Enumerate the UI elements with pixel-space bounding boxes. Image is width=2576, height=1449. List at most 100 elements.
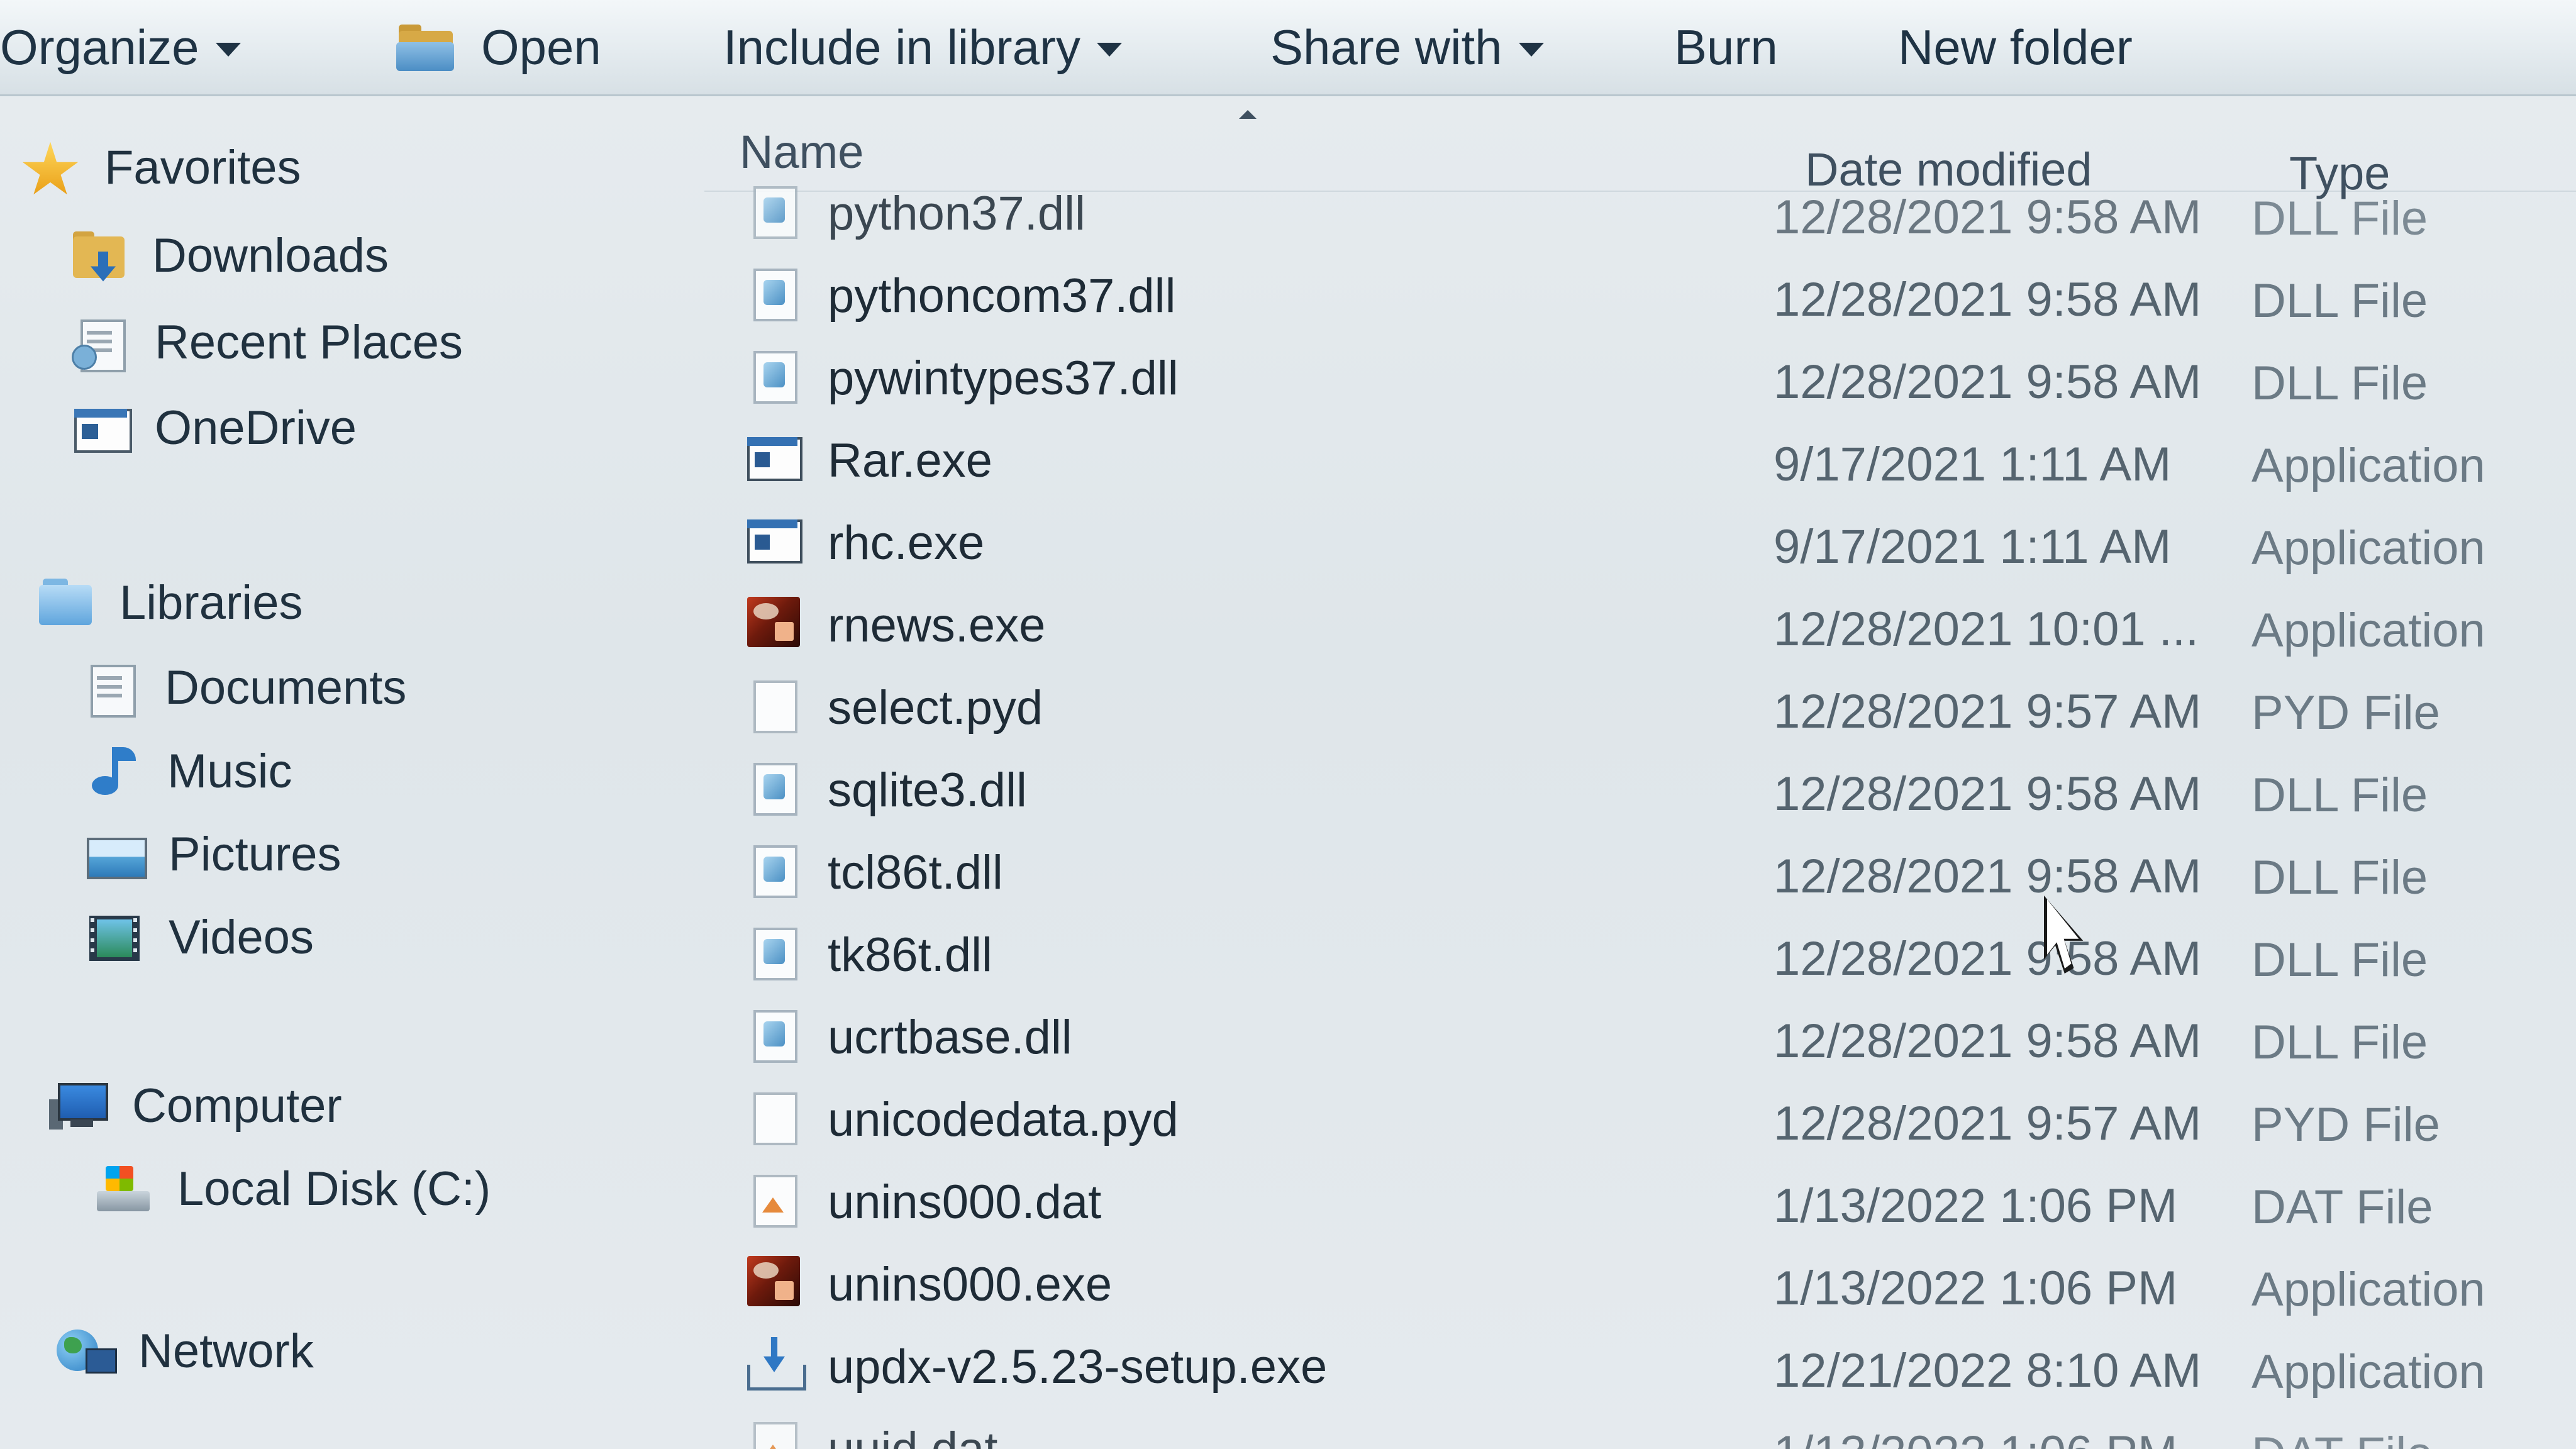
file-name: unins000.dat [828,1175,1102,1229]
file-name: pywintypes37.dll [828,352,1179,405]
libraries-icon [36,577,94,629]
file-type: DLL File [2251,357,2428,410]
file-row[interactable]: pythoncom37.dll 12/28/2021 9:58 AM DLL Fil… [704,251,2576,334]
file-row[interactable]: tcl86t.dll 12/28/2021 9:58 AM DLL File [704,828,2576,911]
nav-downloads[interactable]: Downloads [69,228,389,283]
file-row[interactable]: select.pyd 12/28/2021 9:57 AM PYD File [704,663,2576,746]
computer-icon [49,1080,108,1132]
file-row[interactable]: uuid.dat 1/13/2022 1:06 PM DAT File [704,1404,2576,1449]
file-row[interactable]: rnews.exe 12/28/2021 10:01 ... Application [704,580,2576,663]
dll-file-icon [747,184,800,239]
file-row[interactable]: pywintypes37.dll 12/28/2021 9:58 AM DLL Fi… [704,333,2576,416]
setup-app-icon [747,1255,800,1307]
onedrive-icon [72,402,132,454]
share-with-label: Share with [1270,19,1502,75]
nav-videos[interactable]: Videos [86,910,314,965]
file-name: pythoncom37.dll [828,269,1176,323]
share-with-dropdown-icon [1518,43,1544,57]
nav-downloads-label: Downloads [152,229,389,282]
recent-places-icon [72,317,130,372]
file-name: rhc.exe [828,516,985,570]
file-type: DLL File [2251,274,2428,328]
command-bar: Organize Open Include in library Share w… [0,0,2576,96]
setup-app-icon [747,596,800,648]
documents-icon [82,662,140,718]
file-date-modified: 12/28/2021 9:57 AM [1774,1097,2202,1150]
file-date-modified: 12/28/2021 9:58 AM [1774,355,2202,409]
dll-file-icon [747,760,800,816]
share-with-button[interactable]: Share with [1270,0,1544,94]
local-disk-icon [94,1163,152,1215]
new-folder-label: New folder [1898,19,2133,75]
application-icon [747,513,802,566]
file-date-modified: 12/28/2021 9:58 AM [1774,767,2202,821]
nav-pictures[interactable]: Pictures [86,827,341,882]
nav-libraries[interactable]: Libraries [36,575,303,630]
file-row[interactable]: python37.dll 12/28/2021 9:58 AM DLL File [704,169,2576,252]
file-date-modified: 12/28/2021 9:58 AM [1774,850,2202,903]
file-row[interactable]: rhc.exe 9/17/2021 1:11 AM Application [704,498,2576,581]
videos-filmstrip-icon [86,912,143,963]
organize-button[interactable]: Organize [0,0,241,94]
file-row[interactable]: updx-v2.5.23-setup.exe 12/21/2022 8:10 AM… [704,1322,2576,1405]
nav-onedrive[interactable]: OneDrive [72,401,357,455]
download-setup-icon [747,1337,806,1391]
file-type: DLL File [2251,933,2428,987]
nav-favorites-label: Favorites [104,141,301,194]
nav-computer-label: Computer [132,1079,342,1133]
burn-button[interactable]: Burn [1674,0,1778,94]
application-icon [747,431,802,484]
new-folder-button[interactable]: New folder [1898,0,2133,94]
dll-file-icon [747,348,800,404]
file-type: Application [2251,604,2485,657]
nav-recent-places[interactable]: Recent Places [72,315,464,372]
file-name: select.pyd [828,681,1043,735]
file-row[interactable]: tk86t.dll 12/28/2021 9:58 AM DLL File [704,910,2576,993]
dll-file-icon [747,1008,800,1063]
file-type: PYD File [2251,1098,2440,1152]
file-row[interactable]: unins000.exe 1/13/2022 1:06 PM Application [704,1240,2576,1323]
file-name: rnews.exe [828,599,1046,652]
navigation-pane: Favorites Downloads Recent Places OneDri… [0,96,704,1449]
file-row[interactable]: unicodedata.pyd 12/28/2021 9:57 AM PYD Fil… [704,1075,2576,1158]
file-name: Rar.exe [828,434,992,487]
file-type: Application [2251,1345,2485,1399]
nav-videos-label: Videos [169,911,314,964]
file-date-modified: 12/28/2021 9:58 AM [1774,273,2202,326]
pictures-icon [86,829,147,880]
explorer-window: Organize Open Include in library Share w… [0,0,2576,1449]
nav-network[interactable]: Network [55,1324,314,1379]
file-name: unicodedata.pyd [828,1093,1179,1146]
dat-file-icon [747,1172,800,1228]
nav-network-label: Network [138,1324,314,1378]
nav-music-label: Music [167,745,292,798]
blank-file-icon [747,1090,800,1145]
nav-local-disk[interactable]: Local Disk (C:) [94,1162,491,1216]
dat-file-icon [747,1419,800,1449]
burn-label: Burn [1674,19,1778,75]
file-date-modified: 12/28/2021 9:58 AM [1774,932,2202,985]
include-in-library-button[interactable]: Include in library [723,0,1122,94]
nav-recent-places-label: Recent Places [155,316,464,369]
sort-ascending-icon [1239,110,1257,119]
file-row[interactable]: sqlite3.dll 12/28/2021 9:58 AM DLL File [704,745,2576,828]
file-date-modified: 12/28/2021 10:01 ... [1774,602,2199,656]
nav-music[interactable]: Music [84,744,292,799]
file-date-modified: 9/17/2021 1:11 AM [1774,520,2172,574]
file-row[interactable]: unins000.dat 1/13/2022 1:06 PM DAT File [704,1157,2576,1240]
dll-file-icon [747,843,800,898]
nav-onedrive-label: OneDrive [155,401,357,455]
include-in-library-dropdown-icon [1096,43,1122,57]
nav-favorites[interactable]: Favorites [21,140,301,195]
nav-documents[interactable]: Documents [82,660,406,718]
file-row[interactable]: Rar.exe 9/17/2021 1:11 AM Application [704,416,2576,499]
favorites-star-icon [21,142,79,195]
file-row[interactable]: ucrtbase.dll 12/28/2021 9:58 AM DLL File [704,992,2576,1075]
open-button[interactable]: Open [396,0,601,94]
open-label: Open [481,19,601,75]
network-globe-icon [55,1326,117,1377]
file-type: DLL File [2251,851,2428,904]
file-type: DLL File [2251,192,2428,245]
file-type: DLL File [2251,769,2428,822]
nav-computer[interactable]: Computer [49,1079,342,1133]
